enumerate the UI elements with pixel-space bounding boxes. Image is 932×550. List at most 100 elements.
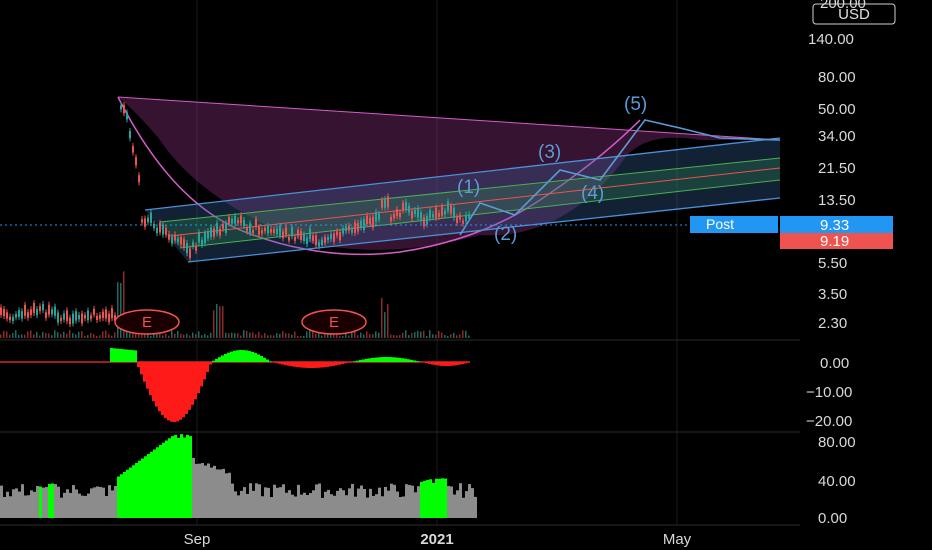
volume-bar [456, 335, 458, 338]
oscillator-bar [461, 362, 464, 365]
volume-bar [444, 335, 446, 338]
rsi-bar [93, 487, 96, 518]
rsi-bar [303, 492, 306, 518]
volume-bar [117, 282, 119, 338]
oscillator-bar [227, 352, 230, 362]
oscillator-bar [263, 357, 266, 362]
oscillator-bar [374, 357, 377, 362]
volume-bar [264, 333, 266, 338]
oscillator-bar [338, 362, 341, 365]
oscillator-bar [194, 362, 197, 400]
rsi-bar [216, 469, 219, 518]
stock-chart[interactable]: E E (1) (2) (3) (4) (5) USD 200.00 140.0… [0, 0, 932, 550]
oscillator-bar [110, 348, 113, 362]
rsi-bar [288, 490, 291, 518]
volume-bar [303, 335, 305, 338]
rsi-bar [96, 486, 99, 518]
volume-bar [213, 310, 215, 338]
rsi-bar [456, 490, 459, 518]
price-tick: 21.50 [818, 160, 856, 177]
oscillator-bar [170, 362, 173, 422]
rsi-bar [369, 488, 372, 518]
volume-bar [81, 331, 83, 338]
volume-bar [276, 333, 278, 338]
oscillator-bar [290, 362, 293, 367]
volume-bar [129, 332, 131, 338]
volume-bar [51, 335, 53, 338]
rsi-bar [378, 487, 381, 518]
post-price-label[interactable]: Post 9.33 [690, 216, 893, 234]
volume-bar [417, 330, 419, 338]
volume-bar [414, 332, 416, 338]
volume-bar [252, 332, 254, 338]
volume-bar [396, 335, 398, 338]
oscillator-bar [356, 360, 359, 362]
volume-bar [33, 334, 35, 338]
earnings-marker[interactable]: E [114, 309, 180, 335]
volume-bar [408, 335, 410, 338]
oscillator-bar [128, 349, 131, 362]
rsi-bar [195, 463, 198, 518]
rsi-bar [426, 479, 429, 518]
wave-label-5: (5) [624, 94, 647, 115]
oscillator-bar [113, 348, 116, 362]
oscillator-bar [341, 362, 344, 365]
oscillator-bar [185, 362, 188, 414]
volume-bar [177, 330, 179, 338]
volume-bar [300, 335, 302, 338]
oscillator-bar [305, 362, 308, 368]
oscillator-bar [452, 362, 455, 366]
volume-bar [174, 333, 176, 338]
rsi-bar [372, 495, 375, 518]
oscillator-bar [353, 361, 356, 362]
volume-bar [255, 334, 257, 338]
oscillator-bar [458, 362, 461, 365]
rsi-bar [318, 483, 321, 518]
last-price-label[interactable]: 9.19 [780, 233, 893, 250]
rsi-bar [48, 484, 51, 518]
rsi-bar [261, 496, 264, 518]
volume-bar [294, 331, 296, 338]
volume-bar [258, 331, 260, 338]
oscillator-bar [296, 362, 299, 368]
volume-bar [186, 333, 188, 338]
oscillator-bar [392, 357, 395, 362]
volume-bar [429, 330, 431, 338]
rsi-bar [450, 486, 453, 518]
rsi-bar [192, 457, 195, 518]
rsi-bar [99, 486, 102, 518]
price-tick: 200.00 [820, 0, 866, 12]
volume-bar [402, 332, 404, 338]
volume-bar [273, 335, 275, 338]
volume-bar [360, 332, 362, 338]
oscillator-bar [410, 359, 413, 362]
rsi-bar [330, 494, 333, 518]
rsi-bar [45, 487, 48, 518]
volume-bar [384, 312, 386, 338]
rsi-bar [90, 488, 93, 518]
oscillator-bar [413, 360, 416, 362]
rsi-bar [135, 463, 138, 518]
volume-bar [9, 334, 11, 338]
oscillator-bar [446, 362, 449, 366]
rsi-bar [84, 495, 87, 518]
volume-bar [297, 335, 299, 338]
volume-bar [168, 335, 170, 338]
oscillator-bar [404, 358, 407, 362]
rsi-bar [30, 490, 33, 518]
volume-bar [348, 335, 350, 338]
rsi-bar [321, 497, 324, 518]
oscillator-bar [293, 362, 296, 367]
volume-bar [207, 335, 209, 338]
rsi-bar [414, 492, 417, 518]
rsi-bar [237, 495, 240, 518]
rsi-bar [336, 490, 339, 518]
oscillator-bar [200, 362, 203, 387]
rsi-bar [474, 496, 477, 518]
earnings-marker[interactable]: E [301, 309, 367, 335]
volume-bar [42, 332, 44, 338]
oscillator-bar [134, 350, 137, 362]
oscillator-bar [242, 350, 245, 362]
oscillator-bar [278, 362, 281, 364]
rsi-bar [75, 489, 78, 518]
